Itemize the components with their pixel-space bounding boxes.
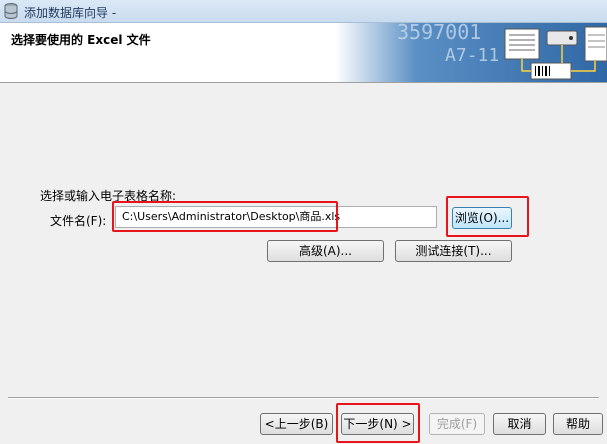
back-button[interactable]: <上一步(B)	[260, 413, 333, 435]
banner-number-2: A7-11	[445, 45, 499, 66]
file-name-label: 文件名(F):	[50, 214, 107, 228]
spreadsheet-icon	[584, 26, 607, 62]
highlight-browse-button	[446, 196, 529, 237]
document-icon	[504, 28, 540, 60]
highlight-next-button	[336, 403, 420, 443]
database-icon	[4, 3, 18, 19]
title-bar: 添加数据库向导 -	[0, 0, 607, 23]
highlight-file-input	[112, 201, 338, 232]
server-icon	[546, 30, 578, 46]
test-connection-button[interactable]: 测试连接(T)...	[395, 240, 512, 262]
banner-number-1: 3597001	[397, 23, 481, 44]
header-banner: 3597001 A7-11	[335, 23, 607, 82]
barcode-icon	[530, 62, 572, 80]
window-title: 添加数据库向导 -	[24, 6, 117, 20]
finish-button[interactable]: 完成(F)	[429, 413, 485, 435]
cancel-button[interactable]: 取消	[493, 413, 546, 435]
footer-separator	[8, 397, 599, 399]
advanced-button[interactable]: 高级(A)...	[267, 240, 384, 262]
help-button[interactable]: 帮助	[553, 413, 603, 435]
page-heading: 选择要使用的 Excel 文件	[11, 33, 151, 47]
wizard-header: 选择要使用的 Excel 文件 3597001 A7-11	[0, 23, 607, 83]
